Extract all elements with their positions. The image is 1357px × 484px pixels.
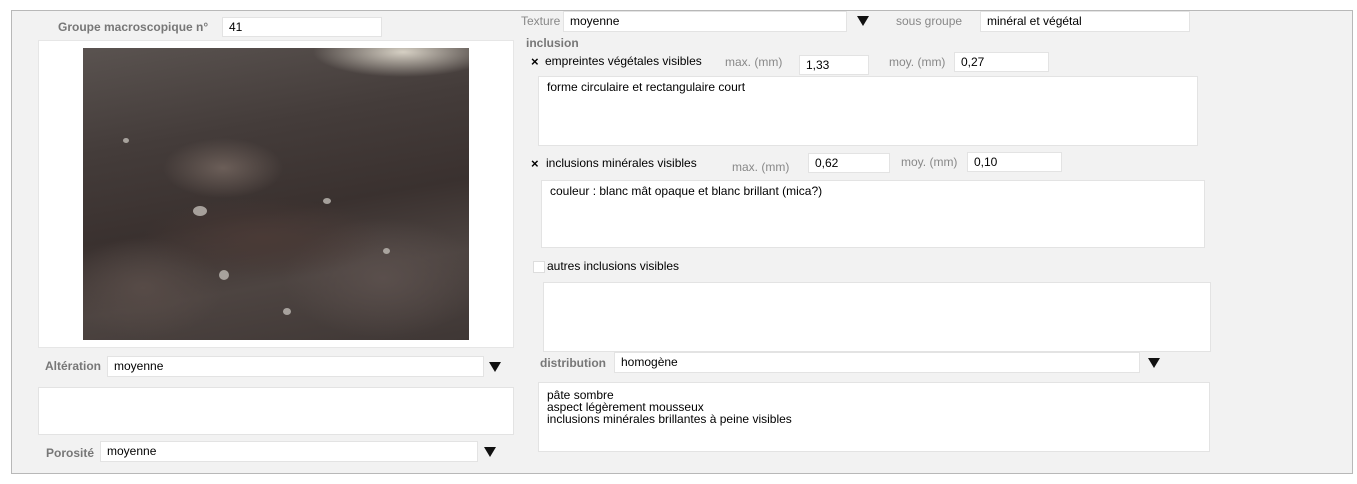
mineral-max-field[interactable]: 0,62: [808, 153, 890, 173]
sample-photo: [83, 48, 469, 340]
groupe-number-field[interactable]: 41: [222, 17, 382, 37]
alteration-select[interactable]: moyenne: [107, 356, 484, 377]
distribution-dropdown-icon[interactable]: [1148, 358, 1160, 368]
inclusion-title: inclusion: [526, 36, 579, 50]
mineral-max-label: max. (mm): [732, 160, 790, 174]
autres-checkbox[interactable]: [533, 261, 545, 273]
empreintes-moy-field[interactable]: 0,27: [954, 52, 1049, 72]
porosite-label: Porosité: [46, 446, 95, 460]
groupe-label: Groupe macroscopique n°: [58, 20, 209, 34]
mineral-moy-field[interactable]: 0,10: [967, 152, 1062, 172]
empreintes-max-label: max. (mm): [725, 55, 783, 69]
distribution-select[interactable]: homogène: [614, 352, 1140, 373]
sous-groupe-label: sous groupe: [896, 14, 963, 28]
porosite-dropdown-icon[interactable]: [484, 447, 496, 457]
alteration-notes[interactable]: [38, 387, 514, 435]
empreintes-notes[interactable]: forme circulaire et rectangulaire court: [538, 76, 1198, 146]
autres-label: autres inclusions visibles: [547, 259, 680, 273]
empreintes-max-field[interactable]: 1,33: [799, 55, 869, 75]
texture-select[interactable]: moyenne: [563, 11, 847, 32]
mineral-label: inclusions minérales visibles: [546, 156, 697, 170]
empreintes-label: empreintes végétales visibles: [545, 54, 702, 68]
texture-dropdown-icon[interactable]: [857, 16, 869, 26]
texture-label: Texture: [521, 14, 561, 28]
porosite-select[interactable]: moyenne: [100, 441, 478, 462]
mineral-notes[interactable]: couleur : blanc mât opaque et blanc bril…: [541, 180, 1205, 248]
mineral-moy-label: moy. (mm): [901, 155, 958, 169]
description-notes[interactable]: pâte sombre aspect légèrement mousseux i…: [538, 382, 1210, 452]
alteration-label: Altération: [45, 359, 102, 373]
mineral-checkbox-x-icon[interactable]: ×: [531, 156, 539, 171]
alteration-dropdown-icon[interactable]: [489, 362, 501, 372]
distribution-label: distribution: [540, 356, 606, 370]
empreintes-checkbox-x-icon[interactable]: ×: [531, 54, 539, 69]
sous-groupe-field[interactable]: minéral et végétal: [980, 11, 1190, 32]
autres-notes[interactable]: [543, 282, 1211, 352]
empreintes-moy-label: moy. (mm): [889, 55, 946, 69]
